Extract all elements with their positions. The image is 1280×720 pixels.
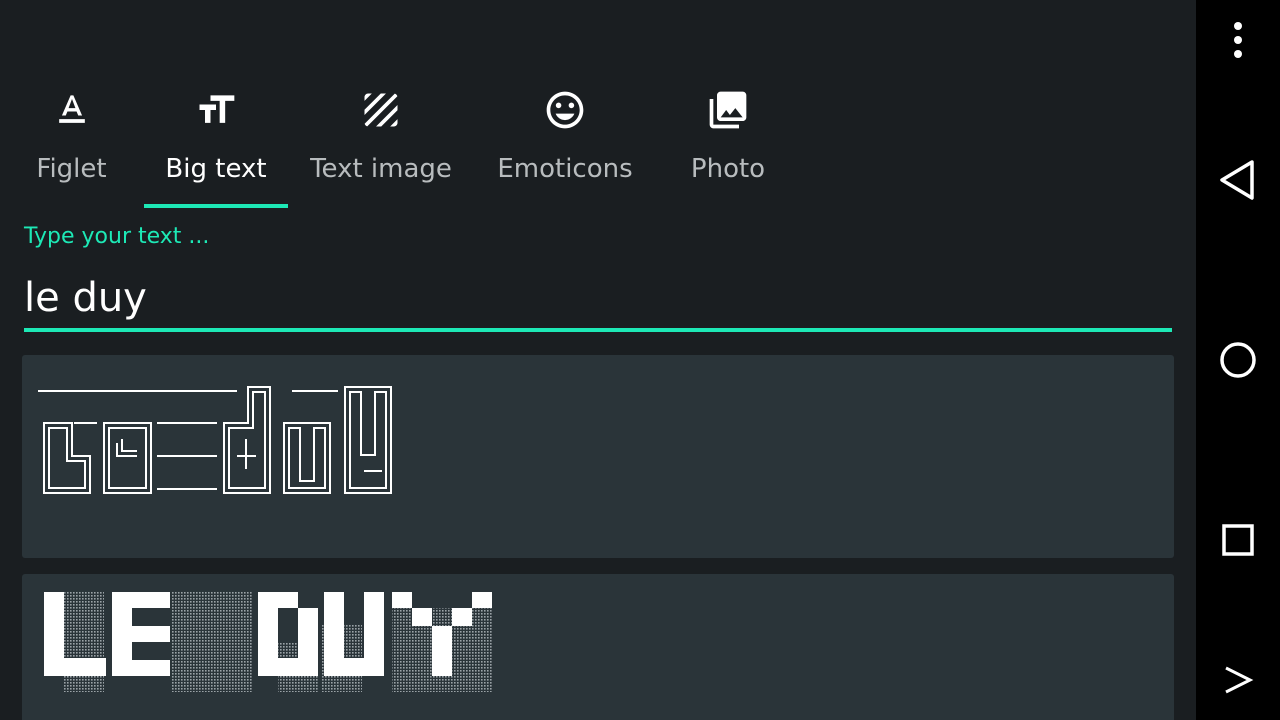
smiley-icon [546,91,584,129]
texture-icon [364,93,398,127]
recents-icon[interactable] [1212,514,1264,566]
app-window: Figlet Big text Text image Emoticons Pho… [0,0,1196,720]
tab-bar: Figlet Big text Text image Emoticons Pho… [0,84,800,210]
tab-emoticons[interactable]: Emoticons [490,84,640,210]
result-card-1[interactable] [22,355,1174,558]
tab-label: Photo [690,154,766,184]
tab-label: Text image [310,154,452,184]
tab-photo[interactable]: Photo [668,84,788,210]
tab-indicator [144,204,288,208]
text-size-icon [199,95,235,123]
system-nav-bar [1196,0,1280,720]
result-card-2[interactable] [22,574,1174,720]
tab-label: Emoticons [497,154,633,184]
home-icon[interactable] [1212,334,1264,386]
photo-library-icon [709,91,747,129]
ascii-art-block-pixel [44,592,492,692]
tab-big-text[interactable]: Big text [144,84,288,210]
tab-figlet[interactable]: Figlet [0,84,143,210]
tab-label: Big text [165,154,267,184]
tab-text-image[interactable]: Text image [300,84,462,210]
next-icon[interactable] [1212,654,1264,706]
text-input-value[interactable]: le duy [24,270,147,326]
text-input[interactable]: le duy [24,270,1172,332]
more-vert-icon[interactable] [1212,14,1264,66]
tab-label: Figlet [36,154,107,184]
back-icon[interactable] [1212,154,1264,206]
text-format-icon [58,95,85,123]
ascii-art-double-line [38,386,392,494]
input-hint: Type your text ... [24,224,210,249]
